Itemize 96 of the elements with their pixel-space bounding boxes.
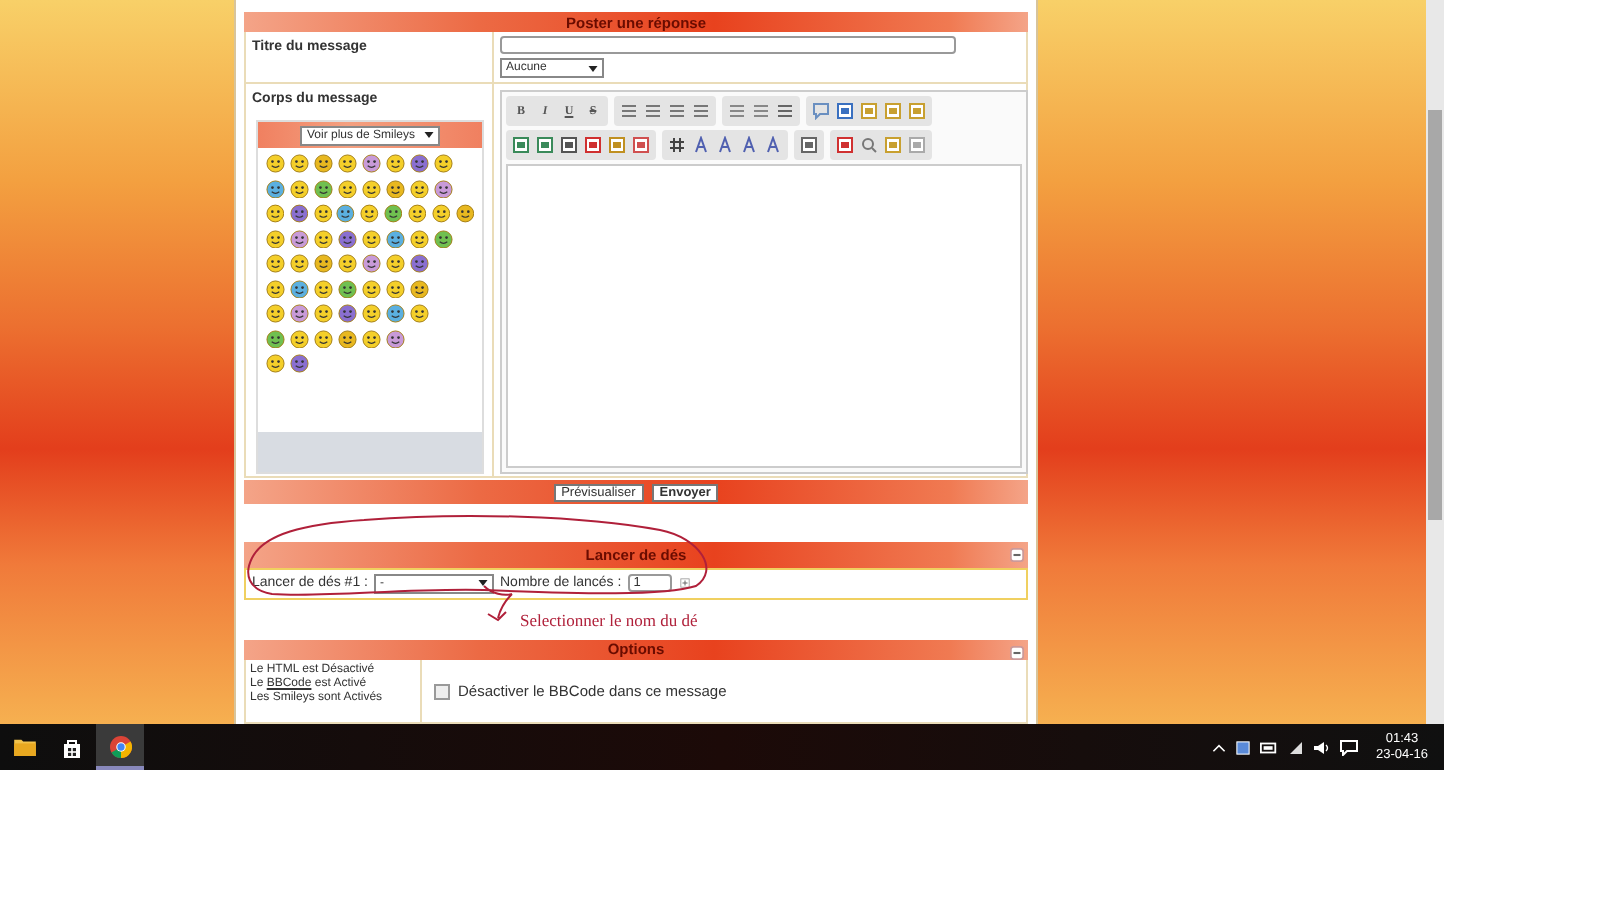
- smiley-icon[interactable]: [314, 154, 333, 174]
- smiley-icon[interactable]: [314, 329, 333, 349]
- plus-icon[interactable]: [679, 578, 690, 589]
- smiley-icon[interactable]: [386, 279, 405, 299]
- network-icon[interactable]: [1287, 739, 1304, 755]
- smiley-icon[interactable]: [290, 254, 309, 274]
- smiley-icon[interactable]: [289, 204, 309, 224]
- hand-drawn-arrow: [483, 584, 513, 621]
- smiley-icon[interactable]: [410, 229, 429, 249]
- battery-icon[interactable]: [1259, 741, 1278, 753]
- app-icon[interactable]: [1235, 739, 1250, 755]
- smiley-icon[interactable]: [266, 154, 285, 174]
- align-icon[interactable]: [668, 102, 686, 121]
- smiley-icon[interactable]: [362, 304, 381, 324]
- smiley-icon[interactable]: [407, 204, 427, 224]
- smiley-icon[interactable]: [410, 279, 429, 299]
- caret-up-icon[interactable]: [1211, 743, 1226, 751]
- caret-icon: [588, 65, 598, 72]
- checkbox[interactable]: [434, 683, 450, 699]
- align-icon[interactable]: [644, 102, 662, 121]
- minus-icon[interactable]: [1010, 645, 1024, 660]
- smiley-icon[interactable]: [386, 254, 405, 274]
- smiley-icon[interactable]: [314, 304, 333, 324]
- smiley-icon[interactable]: [290, 179, 309, 199]
- smiley-icon[interactable]: [266, 329, 285, 349]
- smiley-icon[interactable]: [362, 254, 381, 274]
- smiley-icon[interactable]: [290, 329, 309, 349]
- font-icon[interactable]: [716, 136, 734, 155]
- smiley-icon[interactable]: [338, 279, 357, 299]
- smiley-icon[interactable]: [266, 279, 285, 299]
- quote-icon[interactable]: [812, 102, 830, 121]
- smiley-icon[interactable]: [313, 204, 332, 224]
- smiley-icon[interactable]: [266, 204, 285, 224]
- smiley-icon[interactable]: [290, 304, 309, 324]
- smiley-icon[interactable]: [431, 204, 451, 224]
- rule-icon[interactable]: [776, 102, 794, 121]
- subject-field[interactable]: [500, 36, 956, 55]
- smiley-icon[interactable]: [314, 179, 333, 199]
- smiley-icon[interactable]: [362, 179, 381, 199]
- caret-icon: [478, 580, 488, 587]
- smiley-icon[interactable]: [386, 304, 405, 324]
- smiley-icon[interactable]: [290, 279, 309, 299]
- smiley-icon[interactable]: [266, 304, 285, 324]
- font-icon[interactable]: [692, 136, 710, 155]
- smiley-icon[interactable]: [338, 329, 357, 349]
- smiley-icon[interactable]: [338, 154, 357, 174]
- smiley-icon[interactable]: [455, 204, 474, 224]
- smiley-icon[interactable]: [314, 279, 333, 299]
- annotation-text: Selectionner le nom du dé: [520, 609, 698, 630]
- shopping-bag-icon[interactable]: [62, 737, 82, 757]
- smiley-icon[interactable]: [266, 354, 285, 374]
- font-icon[interactable]: [740, 136, 758, 155]
- smiley-icon[interactable]: [410, 254, 429, 274]
- smiley-icon[interactable]: [386, 229, 405, 249]
- smiley-icon[interactable]: [434, 154, 453, 174]
- smiley-icon[interactable]: [338, 229, 357, 249]
- font-icon[interactable]: [764, 136, 782, 155]
- smiley-icon[interactable]: [362, 329, 381, 349]
- minus-icon[interactable]: [1010, 547, 1024, 562]
- smiley-icon[interactable]: [290, 354, 309, 374]
- smiley-icon[interactable]: [314, 229, 333, 249]
- smiley-icon[interactable]: [338, 179, 357, 199]
- browser-icon[interactable]: [109, 736, 131, 758]
- smiley-icon[interactable]: [338, 304, 357, 324]
- smiley-icon[interactable]: [266, 179, 285, 199]
- list-icon[interactable]: [752, 102, 770, 121]
- search-icon[interactable]: [860, 136, 878, 155]
- smiley-icon[interactable]: [386, 179, 405, 199]
- notification-icon[interactable]: [1339, 739, 1358, 755]
- smiley-icon[interactable]: [290, 154, 309, 174]
- folder-icon[interactable]: [13, 738, 35, 756]
- smiley-icon[interactable]: [386, 154, 405, 174]
- smiley-icon[interactable]: [386, 329, 405, 349]
- hash-icon[interactable]: [668, 136, 686, 155]
- smiley-icon[interactable]: [410, 304, 429, 324]
- smiley-icon[interactable]: [290, 229, 309, 249]
- smiley-icon[interactable]: [362, 279, 381, 299]
- smiley-icon[interactable]: [338, 254, 357, 274]
- smiley-icon[interactable]: [266, 229, 285, 249]
- smiley-icon[interactable]: [410, 179, 429, 199]
- smiley-icon[interactable]: [314, 254, 333, 274]
- list-icon[interactable]: [728, 102, 746, 121]
- smiley-icon[interactable]: [266, 254, 285, 274]
- caret-icon: [423, 132, 434, 139]
- smiley-icon[interactable]: [336, 204, 356, 224]
- smiley-icon[interactable]: [362, 154, 381, 174]
- smiley-icon[interactable]: [360, 204, 380, 224]
- smiley-icon[interactable]: [384, 204, 403, 224]
- speaker-icon[interactable]: [1313, 739, 1330, 755]
- smiley-icon[interactable]: [434, 229, 453, 249]
- smiley-icon[interactable]: [410, 154, 429, 174]
- align-icon[interactable]: [620, 102, 638, 121]
- smiley-icon[interactable]: [362, 229, 381, 249]
- smiley-icon[interactable]: [434, 179, 453, 199]
- align-icon[interactable]: [692, 102, 710, 121]
- scrollbar[interactable]: [1426, 0, 1444, 724]
